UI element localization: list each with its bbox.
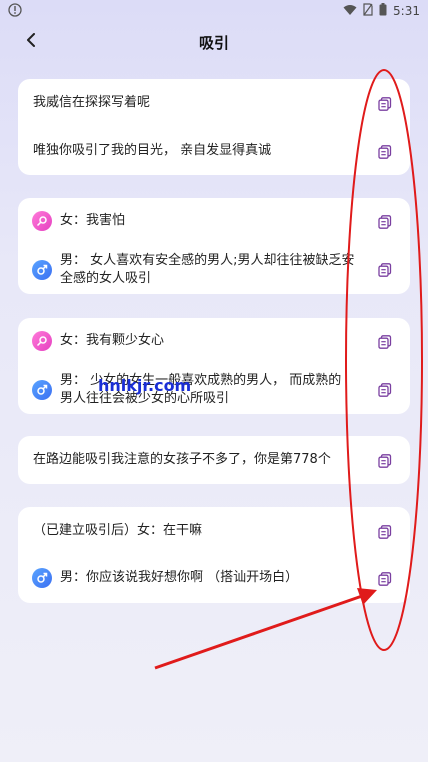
copy-icon[interactable] bbox=[378, 144, 392, 159]
header: 吸引 bbox=[0, 26, 428, 58]
copy-icon[interactable] bbox=[378, 334, 392, 349]
notification-icon bbox=[8, 3, 22, 20]
phrase-card: 在路边能吸引我注意的女孩子不多了，你是第778个 bbox=[18, 436, 410, 484]
dialogue-text: 男：你应该说我好想你啊 （搭讪开场白） bbox=[60, 570, 299, 585]
battery-icon bbox=[379, 3, 387, 19]
copy-icon[interactable] bbox=[378, 453, 392, 468]
dialogue-text: （已建立吸引后）女：在干嘛 bbox=[33, 523, 203, 538]
dialogue-card: （已建立吸引后）女：在干嘛 男：你应该说我好想你啊 （搭讪开场白） bbox=[18, 507, 410, 603]
male-symbol-icon bbox=[32, 568, 52, 588]
wifi-icon bbox=[343, 4, 357, 19]
dialogue-row: 女：我有颗少女心 bbox=[18, 318, 410, 364]
dialogue-row: 男： 少女的女生一般喜欢成熟的男人， 而成熟的 男人往往会被少女的心所吸引 bbox=[18, 364, 410, 414]
copy-icon[interactable] bbox=[378, 96, 392, 111]
dialogue-row: （已建立吸引后）女：在干嘛 bbox=[18, 507, 410, 553]
copy-icon[interactable] bbox=[378, 571, 392, 586]
copy-icon[interactable] bbox=[378, 524, 392, 539]
phrase-text: 唯独你吸引了我的目光， 亲自发显得真诚 bbox=[33, 143, 272, 158]
male-symbol-icon bbox=[32, 380, 52, 400]
female-symbol-icon bbox=[32, 211, 52, 231]
dialogue-row: 男： 女人喜欢有安全感的男人;男人却往往被缺乏安 全感的女人吸引 bbox=[18, 244, 410, 294]
phrase-text: 我威信在探探写着呢 bbox=[33, 95, 151, 110]
copy-icon[interactable] bbox=[378, 382, 392, 397]
copy-icon[interactable] bbox=[378, 214, 392, 229]
dialogue-card: 女：我有颗少女心 男： 少女的女生一般喜欢成熟的男人， 而成熟的 男人往往会被少… bbox=[18, 318, 410, 414]
dialogue-row: 男：你应该说我好想你啊 （搭讪开场白） bbox=[18, 553, 410, 603]
phrase-text: 在路边能吸引我注意的女孩子不多了，你是第778个 bbox=[33, 452, 331, 467]
phrase-row: 唯独你吸引了我的目光， 亲自发显得真诚 bbox=[18, 127, 410, 175]
female-symbol-icon bbox=[32, 331, 52, 351]
page-title: 吸引 bbox=[198, 34, 229, 52]
dialogue-text: 女：我有颗少女心 bbox=[60, 333, 165, 348]
dialogue-text: 女：我害怕 bbox=[60, 213, 126, 228]
dialogue-card: 女：我害怕 男： 女人喜欢有安全感的男人;男人却往往被缺乏安 全感的女人吸引 bbox=[18, 198, 410, 294]
phrase-row: 我威信在探探写着呢 bbox=[18, 79, 410, 127]
phrase-card: 我威信在探探写着呢 唯独你吸引了我的目光， 亲自发显得真诚 bbox=[18, 79, 410, 175]
watermark: hnlkjr.com bbox=[98, 376, 192, 395]
phrase-row: 在路边能吸引我注意的女孩子不多了，你是第778个 bbox=[18, 436, 410, 484]
status-time: 5:31 bbox=[393, 4, 420, 18]
male-symbol-icon bbox=[32, 260, 52, 280]
annotation-arrow-line bbox=[154, 593, 366, 670]
dialogue-row: 女：我害怕 bbox=[18, 198, 410, 244]
status-bar: 5:31 bbox=[0, 0, 428, 22]
copy-icon[interactable] bbox=[378, 262, 392, 277]
no-sim-icon bbox=[363, 3, 373, 19]
dialogue-text: 男： 女人喜欢有安全感的男人;男人却往往被缺乏安 全感的女人吸引 bbox=[60, 253, 355, 286]
